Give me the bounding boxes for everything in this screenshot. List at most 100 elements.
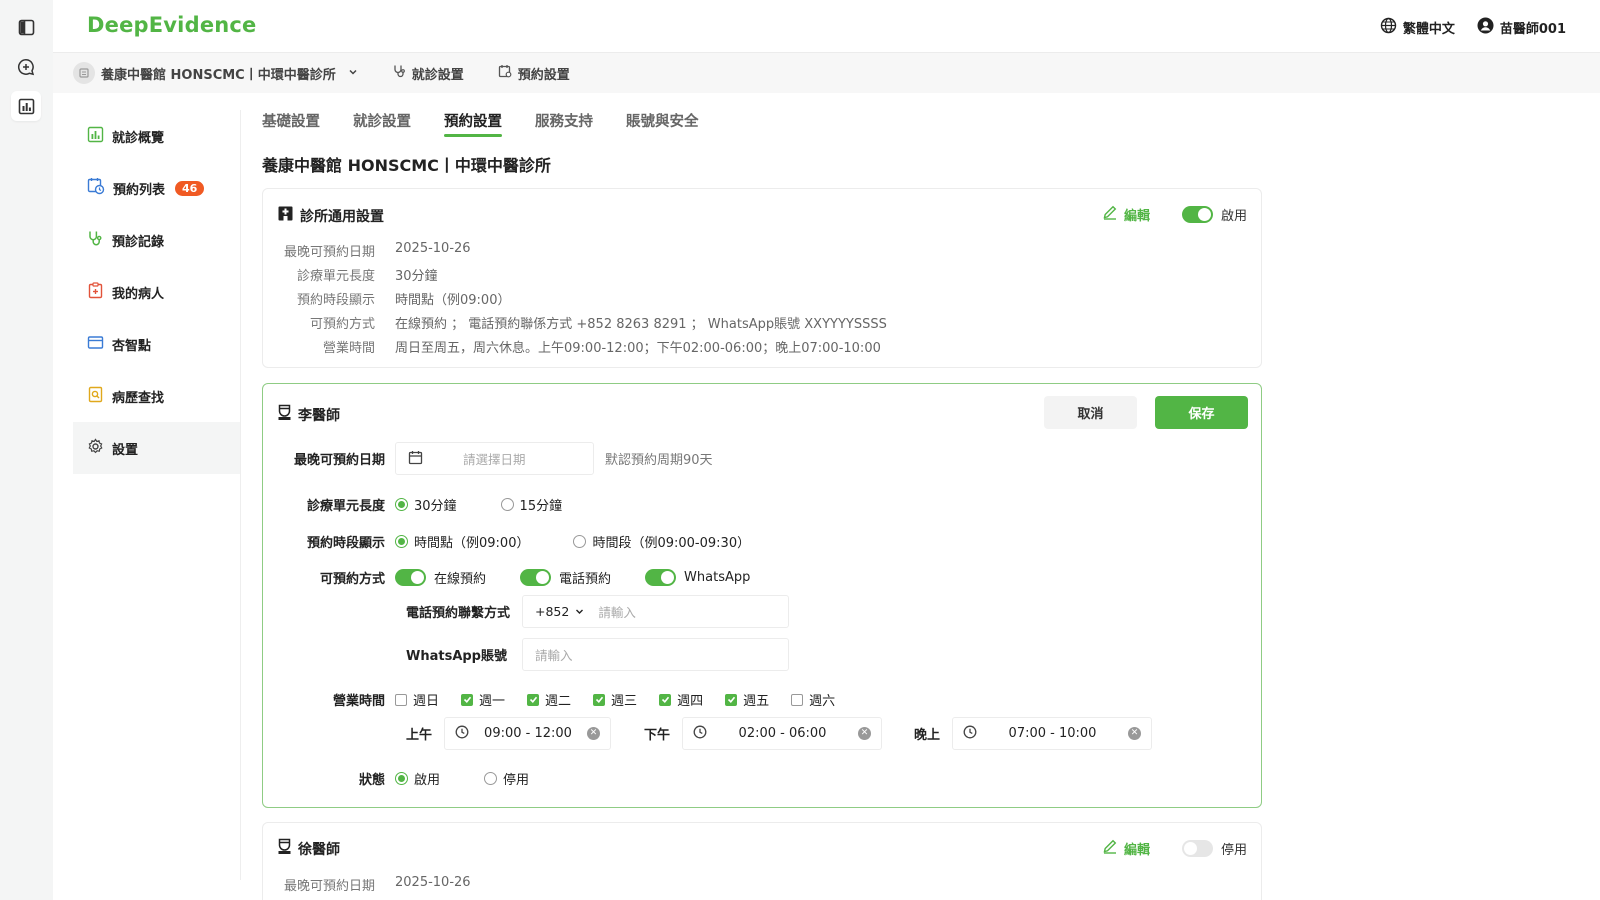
time-ranges-row: 上午 09:00 - 12:00 ✕ 下午 02:00 - 06:00 ✕ 晚上… (406, 717, 1152, 750)
brand-logo[interactable]: DeepEvidence (87, 13, 257, 37)
general-row-methods: 可預約方式 在線預約 ； 電話預約聯係方式 +852 8263 8291 ； Wh… (309, 317, 887, 332)
cancel-button[interactable]: 取消 (1044, 396, 1137, 429)
latest-date-picker[interactable]: 請選擇日期 (395, 442, 594, 475)
edit-doctor2-button[interactable]: 編輯 (1102, 838, 1150, 858)
patient-card-icon (87, 281, 104, 303)
unit-15-radio[interactable]: 15分鐘 (500, 495, 562, 514)
pencil-icon (1102, 204, 1118, 224)
general-row-unit: 診療單元長度 30分鐘 (296, 269, 438, 284)
doctor-edit-card: 李醫師 取消 保存 最晚可預約日期 請選擇日期 默認預約周期90天 診療單元長度… (262, 383, 1262, 808)
am-time-range[interactable]: 09:00 - 12:00 ✕ (444, 717, 611, 750)
general-toggle-label: 啟用 (1220, 208, 1247, 224)
stethoscope-icon (392, 64, 406, 82)
dashboard-icon[interactable] (11, 91, 41, 121)
pm-time-range[interactable]: 02:00 - 06:00 ✕ (682, 717, 882, 750)
language-selector[interactable]: 繁體中文 (1380, 17, 1455, 38)
sidebar-toggle-icon[interactable] (11, 12, 41, 42)
calendar-icon (408, 450, 423, 468)
clinic-settings-link[interactable]: 就診設置 (392, 64, 464, 83)
day-sun-checkbox[interactable]: 週日 (395, 690, 439, 709)
whatsapp-input[interactable]: 請輸入 (522, 638, 789, 671)
record-search-icon (87, 386, 104, 407)
doctor2-name: 徐醫師 (298, 841, 340, 858)
sidebar-item-appointments[interactable]: 預約列表 46 (73, 162, 240, 214)
phone-code-select[interactable]: +852 (535, 604, 584, 619)
stethoscope-icon (87, 230, 104, 251)
unit-30-radio[interactable]: 30分鐘 (395, 495, 457, 514)
day-sat-checkbox[interactable]: 週六 (791, 690, 835, 709)
sidebar-item-label: 我的病人 (112, 286, 165, 302)
phone-toggle[interactable]: 電話預約 (520, 568, 611, 587)
display-point-radio[interactable]: 時間點（例09:00） (395, 532, 529, 551)
day-tue-checkbox[interactable]: 週二 (527, 690, 571, 709)
general-settings-title: 診所通用設置 (300, 208, 384, 225)
chevron-down-icon (576, 609, 584, 614)
doctor-name: 李醫師 (298, 407, 340, 424)
clinic-settings-label: 就診設置 (411, 67, 464, 83)
sidebar-item-overview[interactable]: 就診概覽 (73, 110, 240, 162)
org-avatar-icon (73, 62, 95, 84)
status-row: 狀態 啟用 停用 (263, 769, 573, 788)
doctor2-row-latest-date: 最晚可預約日期 2025-10-26 (283, 875, 471, 894)
sidebar-item-label: 就診概覽 (112, 130, 165, 146)
sidebar-item-points[interactable]: 杏智點 (73, 318, 240, 370)
calendar-clock-icon (87, 177, 105, 199)
general-settings-card: 診所通用設置 編輯 啟用 最晚可預約日期 2025-10-26 診療單元長度 30分… (262, 188, 1262, 368)
sidebar-item-patients[interactable]: 我的病人 (73, 266, 240, 318)
globe-icon (1380, 17, 1397, 38)
new-chat-icon[interactable] (11, 52, 41, 82)
nav-divider (240, 110, 241, 880)
calendar-settings-icon (498, 64, 512, 82)
icon-rail (0, 0, 53, 900)
clear-am-icon[interactable]: ✕ (586, 727, 600, 740)
display-row: 預約時段顯示 時間點（例09:00） 時間段（例09:00-09:30） (263, 532, 794, 551)
tab-account[interactable]: 賬號與安全 (626, 110, 699, 135)
chart-icon (87, 126, 104, 147)
doctor2-enable-toggle[interactable] (1181, 839, 1213, 857)
sidebar-item-record-search[interactable]: 病歷查找 (73, 370, 240, 422)
chevron-down-icon (348, 66, 358, 81)
settings-tabs: 基礎設置 就診設置 預約設置 服務支持 賬號與安全 (262, 110, 1262, 138)
tab-appointment[interactable]: 預約設置 (444, 110, 502, 137)
date-placeholder: 請選擇日期 (463, 452, 526, 467)
tab-basic[interactable]: 基礎設置 (262, 110, 320, 135)
doctor-icon (277, 404, 292, 425)
appointment-settings-link[interactable]: 預約設置 (498, 64, 570, 83)
phone-input[interactable]: +852 請輸入 (522, 595, 789, 628)
gear-icon (87, 437, 104, 459)
day-wed-checkbox[interactable]: 週三 (593, 690, 637, 709)
clear-pm-icon[interactable]: ✕ (857, 727, 871, 740)
day-mon-checkbox[interactable]: 週一 (461, 690, 505, 709)
status-enable-radio[interactable]: 啟用 (395, 769, 440, 788)
sidebar-item-pre-consult[interactable]: 預診記錄 (73, 214, 240, 266)
online-toggle[interactable]: 在線預約 (395, 568, 486, 587)
evening-time-range[interactable]: 07:00 - 10:00 ✕ (952, 717, 1152, 750)
day-fri-checkbox[interactable]: 週五 (725, 690, 769, 709)
sidebar-item-label: 預約列表 (113, 182, 166, 198)
general-enable-toggle[interactable] (1181, 205, 1213, 223)
org-bar: 養康中醫館 HONSCMC丨中環中醫診所 就診設置 預約設置 (53, 53, 1600, 93)
clock-icon (963, 725, 977, 743)
clock-icon (455, 725, 469, 743)
doctor-icon (277, 838, 292, 859)
general-row-hours: 營業時間 周日至周五，周六休息。上午09:00-12:00；下午02:00-06:… (322, 341, 881, 356)
tab-clinic[interactable]: 就診設置 (353, 110, 411, 135)
status-disable-radio[interactable]: 停用 (484, 769, 529, 788)
user-menu[interactable]: 苗醫師001 (1477, 17, 1566, 38)
org-selector[interactable]: 養康中醫館 HONSCMC丨中環中醫診所 (73, 62, 358, 84)
clear-evening-icon[interactable]: ✕ (1127, 727, 1141, 740)
hours-row: 營業時間 週日 週一 週二 週三 週四 週五 週六 (263, 690, 857, 709)
general-row-latest-date: 最晚可預約日期 2025-10-26 (283, 241, 471, 260)
sidebar-item-label: 設置 (112, 442, 139, 458)
sidebar-item-label: 預診記錄 (112, 234, 165, 250)
sidebar-item-settings[interactable]: 設置 (73, 422, 240, 474)
user-avatar-icon (1477, 17, 1494, 38)
edit-general-button[interactable]: 編輯 (1102, 204, 1150, 224)
appointments-count-badge: 46 (175, 180, 205, 196)
tab-support[interactable]: 服務支持 (535, 110, 593, 135)
whatsapp-toggle[interactable]: WhatsApp (645, 569, 750, 586)
pencil-icon (1102, 838, 1118, 858)
display-range-radio[interactable]: 時間段（例09:00-09:30） (573, 532, 750, 551)
day-thu-checkbox[interactable]: 週四 (659, 690, 703, 709)
save-button[interactable]: 保存 (1155, 396, 1248, 429)
